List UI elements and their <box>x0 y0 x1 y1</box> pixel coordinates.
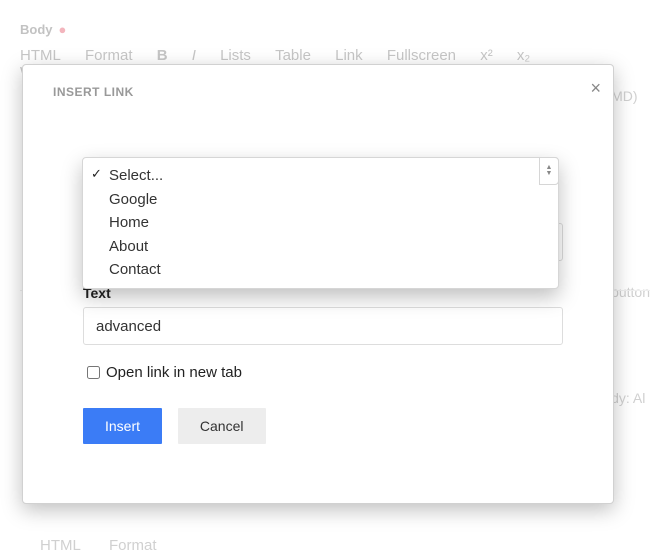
text-input[interactable] <box>83 307 563 345</box>
select-option-home[interactable]: Home <box>83 211 558 235</box>
background-right-text: MD) button dy: Al <box>611 88 650 446</box>
open-new-tab-checkbox[interactable] <box>87 366 100 379</box>
select-option-contact[interactable]: Contact <box>83 258 558 282</box>
open-new-tab-row[interactable]: Open link in new tab <box>83 363 563 382</box>
body-field-label: Body● <box>20 22 650 37</box>
checkmark-icon: ✓ <box>91 166 102 183</box>
insert-button[interactable]: Insert <box>83 408 162 444</box>
select-option-google[interactable]: Google <box>83 188 558 212</box>
cancel-button[interactable]: Cancel <box>178 408 266 444</box>
close-button[interactable]: × <box>590 79 601 97</box>
select-option-about[interactable]: About <box>83 235 558 259</box>
modal-title: INSERT LINK <box>53 85 583 99</box>
select-option-placeholder[interactable]: ✓ Select... <box>83 164 558 188</box>
link-select-dropdown[interactable]: ▲▼ ✓ Select... Google Home About Contact <box>82 157 559 289</box>
insert-link-modal: INSERT LINK × ▲▼ ✓ Select... Google Home… <box>22 64 614 504</box>
open-new-tab-label: Open link in new tab <box>106 364 242 381</box>
